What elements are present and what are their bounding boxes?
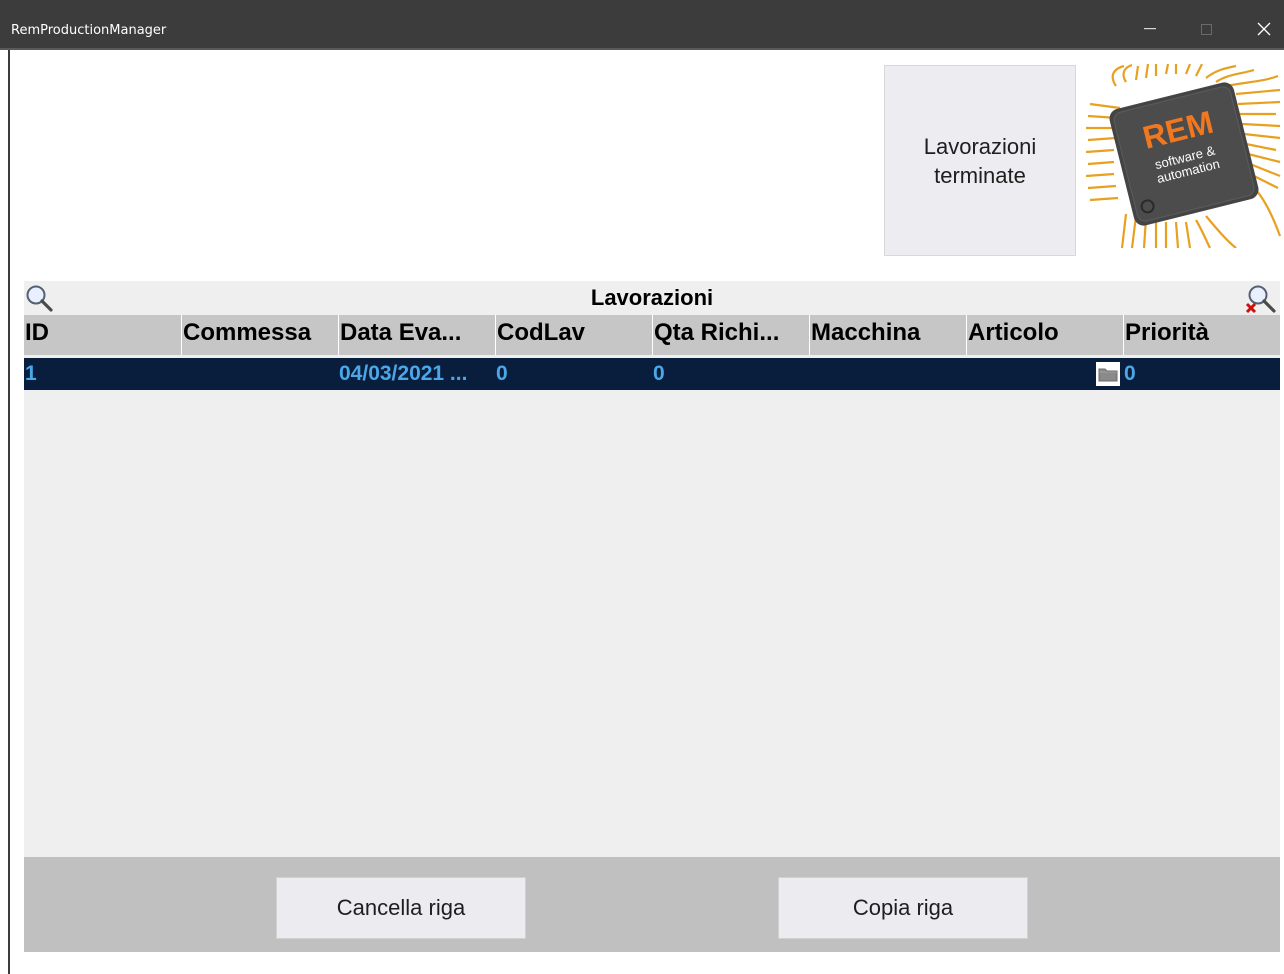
table-row[interactable]: 1 04/03/2021 ... 0 0 0 xyxy=(24,358,1280,390)
delete-row-button[interactable]: Cancella riga xyxy=(276,877,526,939)
column-header-codlav[interactable]: CodLav xyxy=(495,315,652,355)
column-header-articolo[interactable]: Articolo xyxy=(966,315,1123,355)
window-left-border xyxy=(8,50,10,974)
folder-icon[interactable] xyxy=(1096,362,1120,386)
minimize-icon xyxy=(1144,28,1156,30)
cell-qta-richiesta[interactable]: 0 xyxy=(652,358,809,390)
column-header-id[interactable]: ID xyxy=(24,315,181,355)
column-header-qta-richiesta[interactable]: Qta Richi... xyxy=(652,315,809,355)
cell-data-evasione[interactable]: 04/03/2021 ... xyxy=(338,358,495,390)
cell-macchina[interactable] xyxy=(809,358,966,390)
cell-codlav[interactable]: 0 xyxy=(495,358,652,390)
copy-row-button[interactable]: Copia riga xyxy=(778,877,1028,939)
maximize-button[interactable] xyxy=(1186,12,1226,46)
completed-jobs-label-line1: Lavorazioni xyxy=(923,133,1037,159)
grid-header-row: ID Commessa Data Eva... CodLav Qta Richi… xyxy=(24,315,1280,355)
cell-priorita[interactable]: 0 xyxy=(1123,358,1280,390)
jobs-grid: Lavorazioni ID Commessa Data Eva... CodL… xyxy=(24,281,1280,857)
column-header-commessa[interactable]: Commessa xyxy=(181,315,338,355)
rem-logo: REM software & automation xyxy=(1086,64,1282,248)
column-header-data-evasione[interactable]: Data Eva... xyxy=(338,315,495,355)
grid-title-bar: Lavorazioni xyxy=(24,281,1280,315)
cell-id[interactable]: 1 xyxy=(24,358,181,390)
minimize-button[interactable] xyxy=(1130,12,1170,46)
cell-commessa[interactable] xyxy=(181,358,338,390)
action-bar: Cancella riga Copia riga xyxy=(24,857,1280,952)
window-titlebar: RemProductionManager xyxy=(0,0,1284,50)
close-button[interactable] xyxy=(1244,12,1284,46)
grid-title: Lavorazioni xyxy=(590,285,714,310)
column-header-macchina[interactable]: Macchina xyxy=(809,315,966,355)
close-icon xyxy=(1257,22,1271,36)
column-header-priorita[interactable]: Priorità xyxy=(1123,315,1280,355)
completed-jobs-button[interactable]: Lavorazioni terminate xyxy=(884,65,1076,256)
maximize-icon xyxy=(1200,23,1212,35)
completed-jobs-label-line2: terminate xyxy=(934,162,1026,188)
window-title: RemProductionManager xyxy=(11,23,167,38)
magnifier-clear-icon[interactable] xyxy=(1244,283,1278,315)
